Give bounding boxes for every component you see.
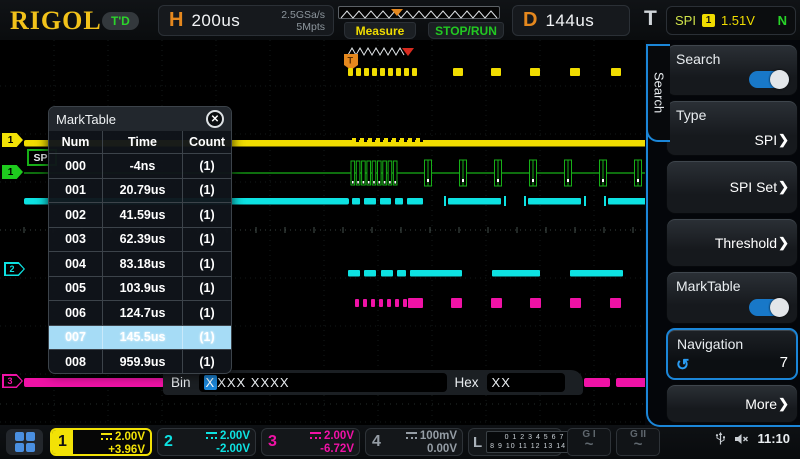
rigol-logo: RIGOL bbox=[10, 6, 102, 36]
top-status-bar: RIGOL T'D H 200us 2.5GSa/s 5Mpts Measure… bbox=[0, 0, 800, 40]
waveform-overview-strip[interactable] bbox=[338, 6, 500, 19]
hex-value-field[interactable]: XX bbox=[487, 373, 565, 392]
trigger-type: SPI bbox=[675, 13, 696, 28]
bin-value: XXX XXXX bbox=[217, 375, 289, 390]
col-count: Count bbox=[183, 131, 231, 153]
menu-item-search[interactable]: Search bbox=[666, 44, 798, 96]
svg-text:T: T bbox=[348, 56, 354, 66]
channel3-block[interactable]: 3 2.00V -6.72V bbox=[261, 428, 360, 456]
usb-icon bbox=[715, 432, 726, 446]
navigation-value: 7 bbox=[780, 354, 788, 371]
chevron-right-icon: ❯ bbox=[778, 235, 789, 251]
dc-coupling-icon bbox=[206, 432, 217, 439]
table-row[interactable]: 005103.9us(1) bbox=[49, 276, 231, 301]
oscilloscope-screen: RIGOL T'D H 200us 2.5GSa/s 5Mpts Measure… bbox=[0, 0, 800, 459]
table-row[interactable]: 00241.59us(1) bbox=[49, 202, 231, 227]
menu-item-marktable[interactable]: MarkTable bbox=[666, 271, 798, 324]
search-event-marks bbox=[348, 68, 621, 76]
trigger-status-badge: T'D bbox=[102, 12, 139, 30]
trigger-info-block[interactable]: SPI 1 1.51V N bbox=[666, 6, 796, 35]
type-value: SPI bbox=[755, 132, 778, 148]
t-label: T bbox=[644, 7, 657, 31]
grid-menu-icon bbox=[15, 432, 35, 452]
table-header: Num Time Count bbox=[49, 131, 231, 153]
speaker-mute-icon bbox=[734, 433, 749, 445]
menu-item-threshold[interactable]: Threshold❯ bbox=[666, 218, 798, 267]
hex-value: XX bbox=[492, 375, 511, 390]
bus3-marks bbox=[355, 298, 621, 308]
delay-value: 144us bbox=[545, 11, 594, 31]
delay-block[interactable]: D 144us bbox=[512, 5, 630, 36]
generator2-block[interactable]: G II ~ bbox=[616, 428, 660, 456]
bus3-position-tag[interactable]: 3 bbox=[2, 374, 23, 388]
trigger-edge: N bbox=[778, 13, 787, 28]
dc-coupling-icon bbox=[406, 432, 417, 439]
sine-wave-icon: ~ bbox=[585, 436, 594, 453]
marktable-toggle[interactable] bbox=[749, 299, 789, 316]
bottom-channel-bar: 1 2.00V +3.96V 2 2.00V -2.00V 3 2.00V -6… bbox=[0, 425, 800, 459]
chevron-right-icon: ❯ bbox=[778, 132, 789, 148]
overview-zigzag bbox=[339, 9, 499, 20]
menu-item-spi-set[interactable]: SPI Set❯ bbox=[666, 160, 798, 214]
bin-cursor: X bbox=[204, 375, 218, 390]
timebase-value: 200us bbox=[191, 11, 240, 31]
measure-tab[interactable]: Measure bbox=[344, 22, 416, 39]
horizontal-timebase-block[interactable]: H 200us 2.5GSa/s 5Mpts bbox=[158, 5, 334, 36]
table-row[interactable]: 008959.9us(1) bbox=[49, 349, 231, 374]
clock-time: 11:10 bbox=[757, 431, 790, 446]
table-row-selected[interactable]: 007145.5us(1) bbox=[49, 325, 231, 350]
marktable-titlebar: MarkTable ✕ bbox=[49, 107, 231, 131]
bin-label: Bin bbox=[171, 375, 191, 390]
h-label: H bbox=[159, 9, 191, 32]
table-row[interactable]: 006124.7us(1) bbox=[49, 300, 231, 325]
table-row[interactable]: 00483.18us(1) bbox=[49, 251, 231, 276]
search-menu-tab[interactable]: Search bbox=[646, 44, 670, 142]
bin-value-field[interactable]: X XXX XXXX bbox=[199, 373, 447, 392]
channel2-block[interactable]: 2 2.00V -2.00V bbox=[157, 428, 256, 456]
table-row[interactable]: 00362.39us(1) bbox=[49, 227, 231, 252]
table-row[interactable]: 00120.79us(1) bbox=[49, 178, 231, 203]
chevron-right-icon: ❯ bbox=[778, 396, 789, 412]
generator1-block[interactable]: G I ~ bbox=[567, 428, 611, 456]
logic-channels-block[interactable]: L 0 1 2 3 4 5 6 7 8 9 10 11 12 13 14 15 bbox=[468, 428, 562, 456]
trigger-level: 1.51V bbox=[721, 13, 755, 28]
main-menu-button[interactable] bbox=[6, 429, 43, 455]
menu-item-more[interactable]: More❯ bbox=[666, 384, 798, 423]
overview-trigger-marker bbox=[391, 9, 403, 16]
stop-run-tab[interactable]: STOP/RUN bbox=[428, 22, 504, 39]
navigation-jump-icon: ↺ bbox=[676, 355, 689, 375]
col-num: Num bbox=[49, 131, 103, 153]
dc-coupling-icon bbox=[101, 433, 112, 440]
d-label: D bbox=[513, 9, 545, 32]
memory-depth: 5Mpts bbox=[296, 21, 325, 33]
close-icon[interactable]: ✕ bbox=[206, 110, 224, 128]
channel4-block[interactable]: 4 100mV 0.00V bbox=[365, 428, 463, 456]
menu-item-type[interactable]: Type SPI❯ bbox=[666, 100, 798, 156]
search-toggle[interactable] bbox=[749, 71, 789, 88]
mark-nav-zigzag bbox=[348, 48, 404, 55]
decode2-position-tag[interactable]: 2 bbox=[4, 262, 25, 276]
dc-coupling-icon bbox=[310, 432, 321, 439]
sine-wave-icon: ~ bbox=[634, 436, 643, 453]
menu-item-navigation[interactable]: Navigation ↺ 7 bbox=[666, 328, 798, 380]
hex-label: Hex bbox=[455, 375, 479, 390]
marktable-window[interactable]: MarkTable ✕ Num Time Count 000-4ns(1) 00… bbox=[48, 106, 232, 374]
channel1-block[interactable]: 1 2.00V +3.96V bbox=[50, 428, 152, 456]
chevron-right-icon: ❯ bbox=[778, 179, 789, 195]
col-time: Time bbox=[103, 131, 183, 153]
trigger-flag: T bbox=[344, 54, 358, 70]
table-row[interactable]: 000-4ns(1) bbox=[49, 153, 231, 178]
marktable-title: MarkTable bbox=[56, 112, 116, 127]
trigger-source-badge: 1 bbox=[702, 14, 715, 27]
search-menu-panel: Search Search Type SPI❯ SPI Set❯ Thresho… bbox=[645, 40, 800, 425]
sample-rate: 2.5GSa/s bbox=[281, 9, 325, 21]
